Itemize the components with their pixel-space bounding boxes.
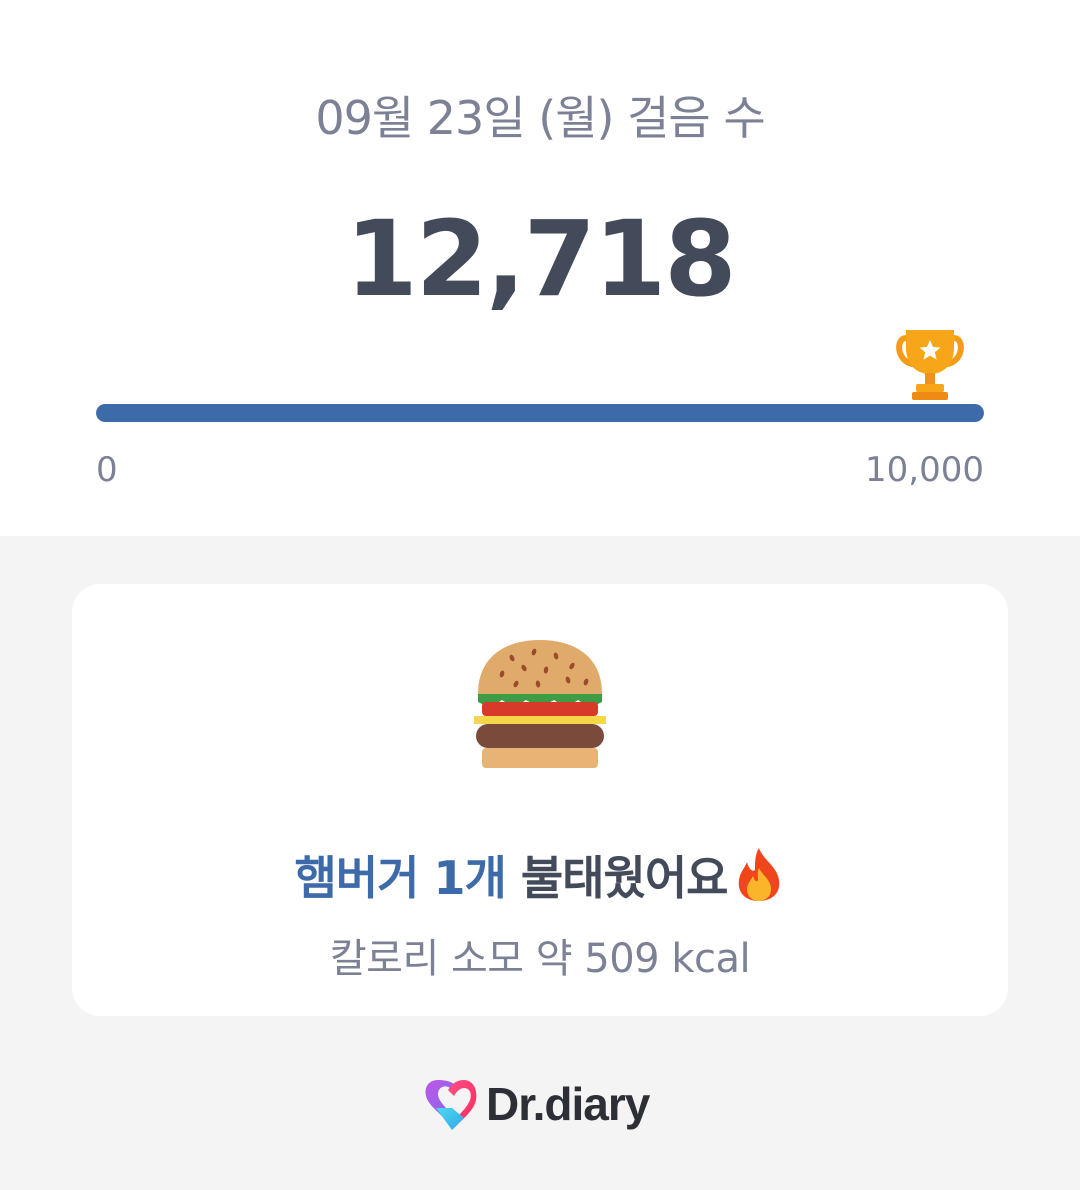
- brand-footer: Dr.diary: [424, 1076, 650, 1132]
- steps-summary-section: 09월 23일 (월) 걸음 수 12,718 0 10,000: [0, 0, 1080, 536]
- hamburger-icon: [474, 640, 606, 768]
- burned-headline: 햄버거 1개 불태웠어요: [0, 842, 1080, 908]
- heart-logo-icon: [425, 1080, 477, 1130]
- step-progress-fill: [96, 404, 984, 422]
- date-title: 09월 23일 (월) 걸음 수: [315, 91, 765, 145]
- progress-goal-label: 10,000: [865, 450, 984, 490]
- burned-food-label: 햄버거 1개: [294, 851, 507, 905]
- calories-burned-text: 칼로리 소모 약 509 kcal: [329, 936, 751, 982]
- step-progress-bar: [96, 404, 984, 422]
- trophy-icon: [896, 330, 964, 400]
- fire-icon: [739, 848, 780, 901]
- step-count: 12,718: [345, 198, 736, 320]
- brand-name: Dr.diary: [486, 1078, 650, 1130]
- burned-headline-text: 불태웠어요: [505, 851, 729, 905]
- progress-min-label: 0: [96, 450, 118, 490]
